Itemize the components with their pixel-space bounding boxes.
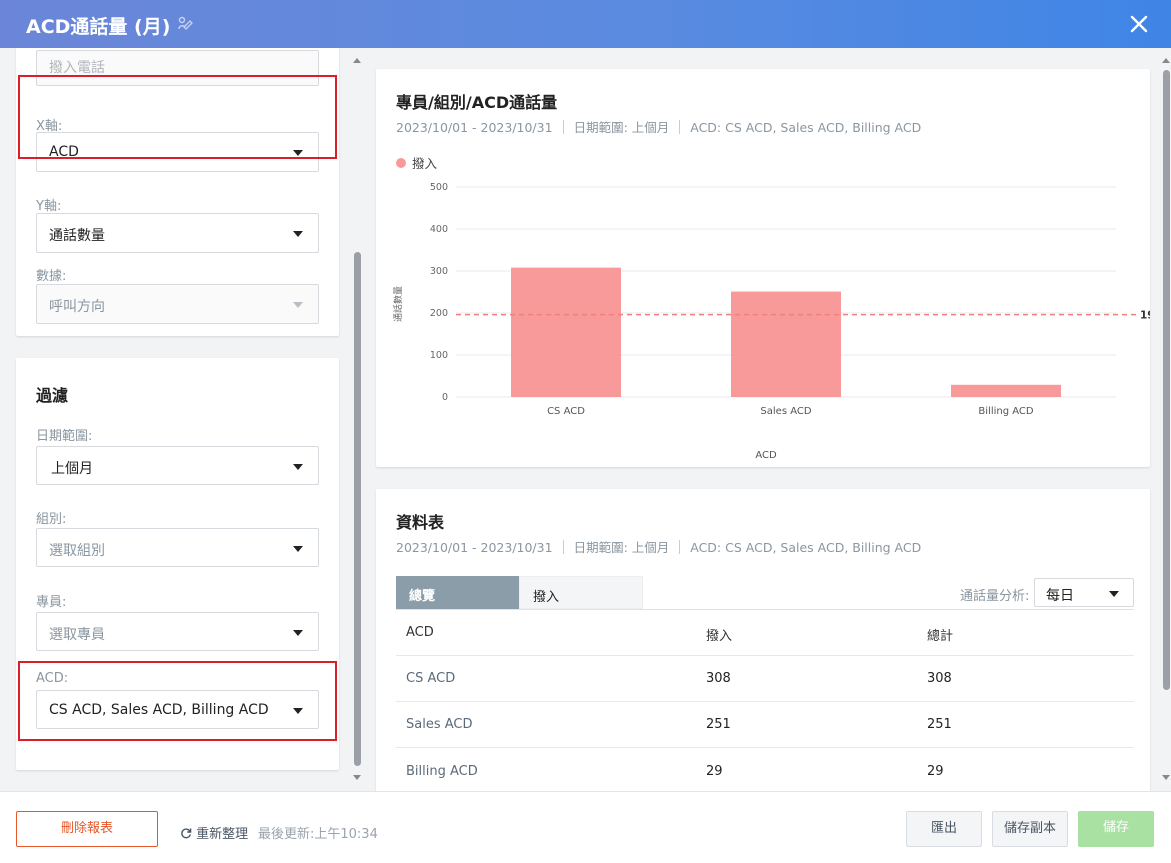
agent-select[interactable]: 選取專員 (36, 612, 319, 651)
bar (951, 384, 1061, 397)
settings-panel: 撥入電話 X軸: ACD Y軸: 通話數量 數據: 呼叫方向 過濾 日期範圍: … (0, 48, 364, 791)
left-scrollbar-thumb[interactable] (354, 252, 361, 766)
x-tick-label: Sales ACD (760, 406, 811, 417)
x-tick-label: CS ACD (547, 406, 585, 417)
chart-title: 專員/組別/ACD通話量 (396, 93, 558, 112)
tab-overview[interactable]: 總覽 (396, 576, 519, 609)
table-meta: 2023/10/01 - 2023/10/31 日期範圍: 上個月 ACD: CS … (396, 540, 922, 555)
last-update-text: 最後更新:上午10:34 (258, 827, 378, 842)
table-title: 資料表 (396, 513, 445, 532)
refresh-icon (181, 828, 192, 839)
column-header-inbound: 撥入 (706, 629, 733, 644)
right-scrollbar-thumb[interactable] (1163, 70, 1170, 690)
save-copy-button[interactable]: 儲存副本 (992, 811, 1068, 847)
x-axis-title: ACD (755, 450, 777, 461)
column-header-total: 總計 (927, 629, 954, 644)
preview-panel: 專員/組別/ACD通話量 2023/10/01 - 2023/10/31 日期範圍… (364, 48, 1171, 791)
refresh-button[interactable]: 重新整理 (180, 823, 248, 842)
analysis-label: 通話量分析: (960, 589, 1030, 604)
chevron-down-icon (1109, 591, 1119, 597)
y-tick-label: 300 (430, 266, 448, 277)
bar-chart: 撥入 0 100 200 300 400 500 CS ACD Sales ACD Billing… (392, 156, 1150, 461)
agent-label: 專員: (36, 595, 67, 610)
data-select[interactable]: 呼叫方向 (36, 284, 319, 324)
dialog-header: ACD通話量 (月) (0, 0, 1171, 48)
chart-card: 專員/組別/ACD通話量 2023/10/01 - 2023/10/31 日期範圍… (376, 69, 1150, 467)
tab-inbound[interactable]: 撥入 (519, 576, 643, 609)
column-header-acd: ACD (406, 625, 434, 640)
data-label: 數據: (36, 269, 67, 284)
export-button[interactable]: 匯出 (906, 811, 982, 847)
y-tick-label: 500 (430, 182, 448, 193)
group-label: 組別: (36, 512, 67, 527)
y-axis-title: 通話數量 (392, 286, 404, 322)
analysis-select[interactable]: 每日 (1034, 578, 1134, 607)
chevron-down-icon (293, 630, 303, 636)
group-select[interactable]: 選取組別 (36, 528, 319, 567)
scroll-down-icon[interactable] (1162, 775, 1170, 780)
y-tick-label: 100 (430, 350, 448, 361)
close-icon[interactable] (1125, 10, 1153, 38)
bar (511, 267, 621, 397)
chevron-down-icon (293, 546, 303, 552)
scroll-up-icon[interactable] (353, 58, 361, 63)
average-line-label: 196 (1140, 310, 1150, 322)
rename-icon[interactable] (176, 14, 194, 32)
x-tick-label: Billing ACD (978, 406, 1033, 417)
scroll-up-icon[interactable] (1162, 58, 1170, 63)
save-button[interactable]: 儲存 (1078, 811, 1154, 847)
y-tick-label: 0 (442, 392, 448, 403)
legend-marker (396, 158, 406, 168)
chevron-down-icon (293, 231, 303, 237)
bar (731, 291, 841, 397)
chevron-down-icon (293, 464, 303, 470)
scroll-down-icon[interactable] (353, 775, 361, 780)
delete-report-button[interactable]: 刪除報表 (16, 811, 158, 847)
y-axis-select[interactable]: 通話數量 (36, 213, 319, 253)
highlight-acd (18, 661, 337, 741)
filter-title: 過濾 (36, 386, 69, 405)
highlight-x-axis (18, 75, 337, 159)
y-tick-label: 200 (430, 308, 448, 319)
date-range-select[interactable]: 上個月 (36, 446, 319, 485)
legend-label: 撥入 (412, 156, 438, 171)
date-range-label: 日期範圍: (36, 429, 93, 444)
chevron-down-icon (293, 302, 303, 308)
dialog-footer: 刪除報表 重新整理 最後更新:上午10:34 匯出 儲存副本 儲存 (0, 791, 1171, 863)
y-tick-label: 400 (430, 224, 448, 235)
dialog-title: ACD通話量 (月) (26, 16, 171, 38)
y-axis-label: Y軸: (36, 199, 62, 214)
table-card: 資料表 2023/10/01 - 2023/10/31 日期範圍: 上個月 ACD:… (376, 489, 1150, 791)
